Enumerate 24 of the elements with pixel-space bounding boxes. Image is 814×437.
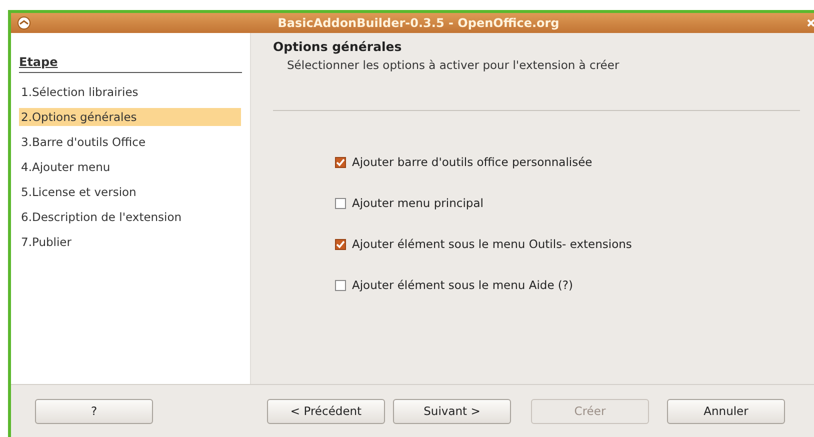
checkbox[interactable] bbox=[335, 156, 346, 168]
checkbox[interactable] bbox=[335, 238, 346, 250]
dialog-button[interactable]: Annuler bbox=[667, 398, 785, 424]
step-item[interactable]: 2.Options générales bbox=[19, 108, 241, 126]
window-menu-icon[interactable] bbox=[17, 16, 31, 30]
dialog-button[interactable]: ? bbox=[35, 398, 153, 424]
checkbox[interactable] bbox=[335, 198, 346, 208]
window-title: BasicAddonBuilder-0.3.5 - OpenOffice.org bbox=[276, 16, 560, 30]
step-item[interactable]: 6.Description de l'extension bbox=[19, 208, 242, 226]
section-subtitle: Sélectionner les options à activer pour l'extension à créer bbox=[287, 58, 620, 72]
section-title: Options générales bbox=[273, 39, 403, 54]
step-item[interactable]: 7.Publier bbox=[19, 233, 242, 251]
sidebar-heading: Etape bbox=[19, 55, 242, 73]
option-label: Ajouter barre d'outils office personnalisée bbox=[352, 155, 592, 169]
step-item[interactable]: 5.License et version bbox=[19, 183, 242, 201]
option-label: Ajouter élément sous le menu Aide (?) bbox=[352, 278, 573, 292]
option-label: Ajouter élément sous le menu Outils- extensions bbox=[352, 237, 632, 251]
dialog-button[interactable]: Suivant > bbox=[393, 398, 511, 424]
checkbox[interactable] bbox=[335, 280, 346, 290]
option-label: Ajouter menu principal bbox=[352, 196, 484, 210]
step-item[interactable]: 4.Ajouter menu bbox=[19, 158, 242, 176]
step-item[interactable]: 1.Sélection librairies bbox=[19, 83, 242, 101]
step-item[interactable]: 3.Barre d'outils Office bbox=[19, 133, 242, 151]
dialog-button[interactable]: < Précédent bbox=[267, 398, 385, 424]
